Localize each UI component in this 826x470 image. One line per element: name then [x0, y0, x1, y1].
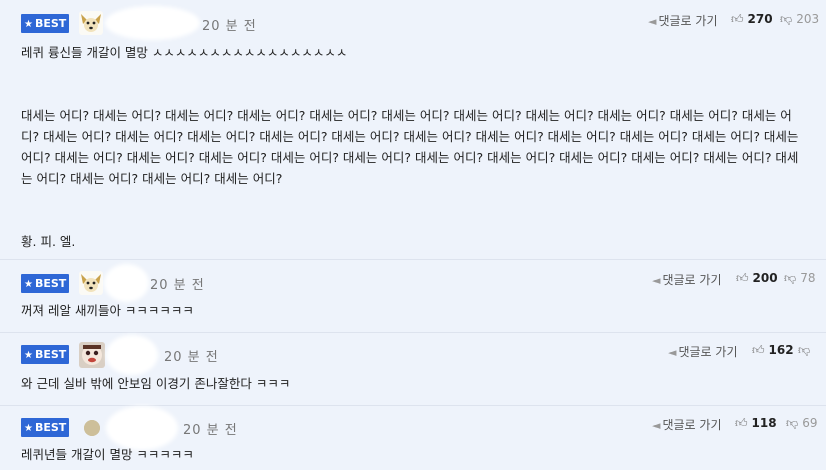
- star-icon: ★: [24, 19, 33, 30]
- upvote-button[interactable]: 👍︎ 162: [752, 343, 794, 358]
- best-badge: ★ BEST: [21, 418, 69, 437]
- thumbs-up-icon: 👍︎: [735, 416, 748, 430]
- arrow-icon: ◄: [648, 15, 657, 28]
- comment-item: ★ BEST 20 분 전 ◄ 댓글로 가기 👍︎ 118 👎︎ 69 레퀴년들 개갈이…: [0, 406, 826, 470]
- avatar: [79, 342, 105, 368]
- best-badge: ★ BEST: [21, 14, 69, 33]
- go-to-reply-link[interactable]: ◄ 댓글로 가기: [648, 12, 717, 29]
- thumbs-up-icon: 👍︎: [731, 12, 744, 26]
- comment-item: ★ BEST 20 분 전 ◄ 댓글로 가기 👍︎ 200 👎︎ 78 꺼져 레알 새끼…: [0, 260, 826, 333]
- arrow-icon: ◄: [652, 274, 661, 287]
- comment-item: ★ BEST 20 분 전 ◄ 댓글로 가기 👍︎ 162 👎︎ 와 근데 실바 밖에…: [0, 333, 826, 406]
- timestamp: 20 분 전: [202, 19, 257, 34]
- star-icon: ★: [24, 350, 33, 361]
- avatar: [79, 11, 103, 35]
- comment-text: 와 근데 실바 밖에 안보임 이경기 존나잘한다 ㅋㅋㅋ: [21, 376, 291, 391]
- best-badge: ★ BEST: [21, 345, 69, 364]
- go-to-reply-link[interactable]: ◄ 댓글로 가기: [668, 343, 737, 360]
- timestamp: 20 분 전: [150, 278, 205, 293]
- thumbs-up-icon: 👍︎: [736, 271, 749, 285]
- upvote-button[interactable]: 👍︎ 200: [736, 271, 778, 286]
- comment-item: ★ BEST 20 분 전 ◄ 댓글로 가기 👍︎ 270 👎︎ 203 레퀴 륭신들 …: [0, 0, 826, 260]
- dog-face-icon: [79, 11, 103, 35]
- comment-text: 레퀴년들 개갈이 멸망 ㅋㅋㅋㅋㅋ: [21, 447, 194, 462]
- best-badge: ★ BEST: [21, 274, 69, 293]
- default-avatar-icon: [84, 420, 100, 436]
- downvote-button[interactable]: 👎︎ 69: [786, 416, 817, 431]
- username-redacted: [106, 335, 158, 375]
- upvote-button[interactable]: 👍︎ 270: [731, 12, 773, 27]
- dog-face-icon: [79, 271, 103, 295]
- thumbs-down-icon: 👎︎: [798, 343, 811, 357]
- comment-text: 레퀴 륭신들 개갈이 멸망 ㅅㅅㅅㅅㅅㅅㅅㅅㅅㅅㅅㅅㅅㅅㅅㅅㅅ 대세는 어디? …: [21, 45, 799, 249]
- avatar: [84, 420, 100, 436]
- timestamp: 20 분 전: [183, 423, 238, 438]
- downvote-button[interactable]: 👎︎ 203: [780, 12, 819, 27]
- arrow-icon: ◄: [668, 346, 677, 359]
- comment-text: 꺼져 레알 새끼들아 ㅋㅋㅋㅋㅋㅋ: [21, 303, 194, 318]
- thumbs-down-icon: 👎︎: [784, 271, 797, 285]
- downvote-button[interactable]: 👎︎: [798, 343, 814, 358]
- avatar: [79, 271, 103, 295]
- star-icon: ★: [24, 279, 33, 290]
- upvote-button[interactable]: 👍︎ 118: [735, 416, 777, 431]
- username-redacted: [104, 264, 149, 302]
- arrow-icon: ◄: [652, 419, 661, 432]
- thumbs-down-icon: 👎︎: [780, 12, 793, 26]
- timestamp: 20 분 전: [164, 350, 219, 365]
- go-to-reply-link[interactable]: ◄ 댓글로 가기: [652, 271, 721, 288]
- thumbs-down-icon: 👎︎: [786, 416, 799, 430]
- thumbs-up-icon: 👍︎: [752, 343, 765, 357]
- star-icon: ★: [24, 423, 33, 434]
- go-to-reply-link[interactable]: ◄ 댓글로 가기: [652, 416, 721, 433]
- username-redacted: [105, 6, 200, 40]
- downvote-button[interactable]: 👎︎ 78: [784, 271, 815, 286]
- cartoon-face-icon: [79, 342, 105, 368]
